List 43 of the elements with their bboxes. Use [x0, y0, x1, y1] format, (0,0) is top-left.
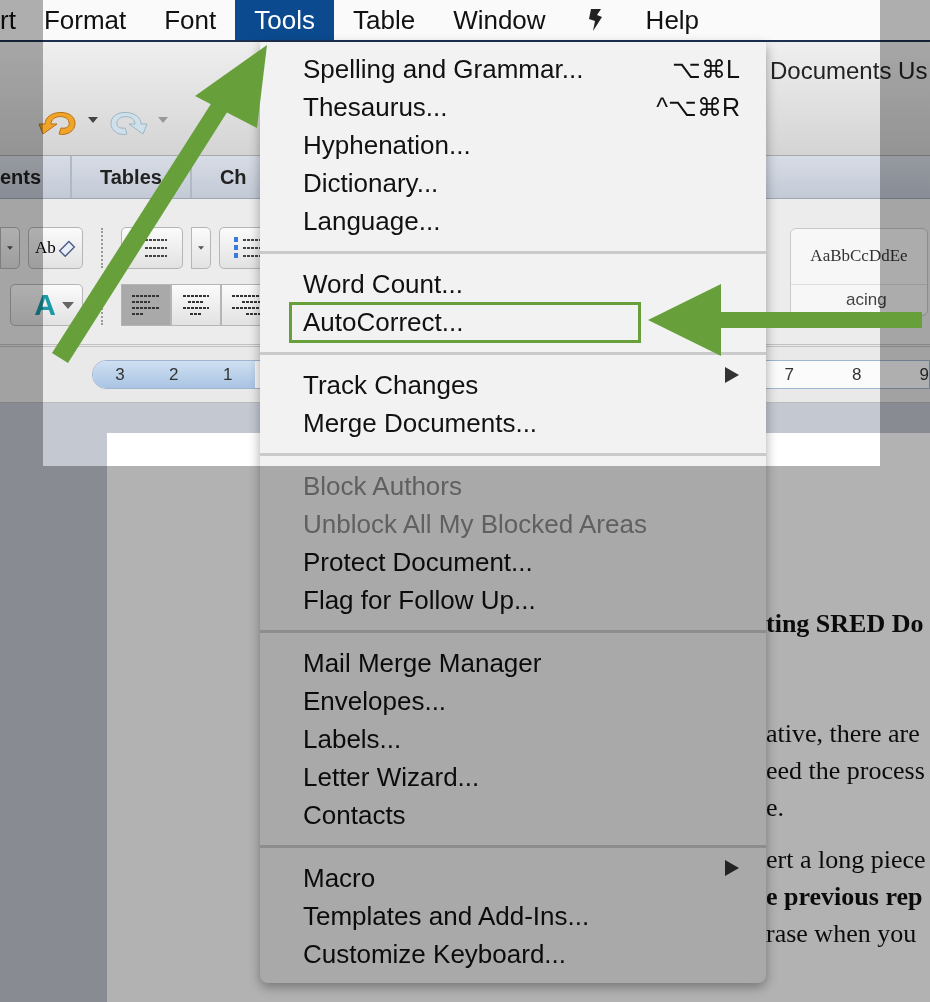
- menu-item[interactable]: Letter Wizard...: [280, 758, 766, 796]
- menu-item[interactable]: Spelling and Grammar... ⌥⌘L: [280, 50, 766, 88]
- menu-bar-item[interactable]: Table: [333, 0, 435, 40]
- menu-item[interactable]: Word Count...: [280, 265, 766, 303]
- clear-formatting-button[interactable]: Ab: [28, 227, 83, 269]
- menu-bar-item[interactable]: Font: [145, 0, 236, 40]
- menu-item[interactable]: Track Changes: [280, 366, 766, 404]
- menu-item[interactable]: Protect Document...: [280, 543, 766, 581]
- menu-item[interactable]: Labels...: [280, 720, 766, 758]
- window-title: Documents Us: [770, 57, 928, 85]
- menu-item[interactable]: Language...: [280, 202, 766, 240]
- menu-item[interactable]: Contacts: [280, 796, 766, 834]
- document-text: eed the process: [766, 755, 926, 787]
- menu-item[interactable]: Mail Merge Manager: [280, 644, 766, 682]
- document-text: rase when you: [766, 918, 918, 950]
- document-text: e previous rep: [766, 881, 924, 913]
- ruler-number: 3: [115, 364, 125, 385]
- menu-item[interactable]: Customize Keyboard...: [280, 935, 766, 973]
- style-gallery[interactable]: AaBbCcDdEe acing: [790, 227, 928, 316]
- shortcut-label: ⌥⌘L: [672, 54, 740, 85]
- document-text: ert a long piece: [766, 844, 927, 876]
- ruler-number: 2: [169, 364, 179, 385]
- menu-bar-item[interactable]: Help: [626, 0, 719, 40]
- menu-item[interactable]: Dictionary...: [280, 164, 766, 202]
- menu-bar-item[interactable]: Window: [434, 0, 565, 40]
- menu-item[interactable]: Thesaurus... ^⌥⌘R: [280, 88, 766, 126]
- style-sample: AaBbCcDdEe: [809, 245, 909, 267]
- shortcut-label: ^⌥⌘R: [656, 92, 740, 123]
- menu-item[interactable]: Macro: [280, 859, 766, 897]
- document-text: e.: [766, 792, 786, 824]
- menu-item[interactable]: Templates and Add-Ins...: [280, 897, 766, 935]
- ruler-number: 9: [919, 364, 929, 385]
- menu-item[interactable]: Hyphenation...: [280, 126, 766, 164]
- menu-item[interactable]: Merge Documents...: [280, 404, 766, 442]
- ruler-number: 7: [784, 364, 795, 385]
- menu-item[interactable]: Flag for Follow Up...: [280, 581, 766, 619]
- menu-bar-item[interactable]: Tools: [235, 0, 334, 40]
- menu-item[interactable]: AutoCorrect...: [280, 303, 766, 341]
- ruler-number: 8: [852, 364, 862, 385]
- document-heading: ting SRED Do: [766, 608, 925, 640]
- document-text: ative, there are: [766, 718, 921, 750]
- ruler-number: 1: [222, 364, 233, 385]
- menu-item[interactable]: Envelopes...: [280, 682, 766, 720]
